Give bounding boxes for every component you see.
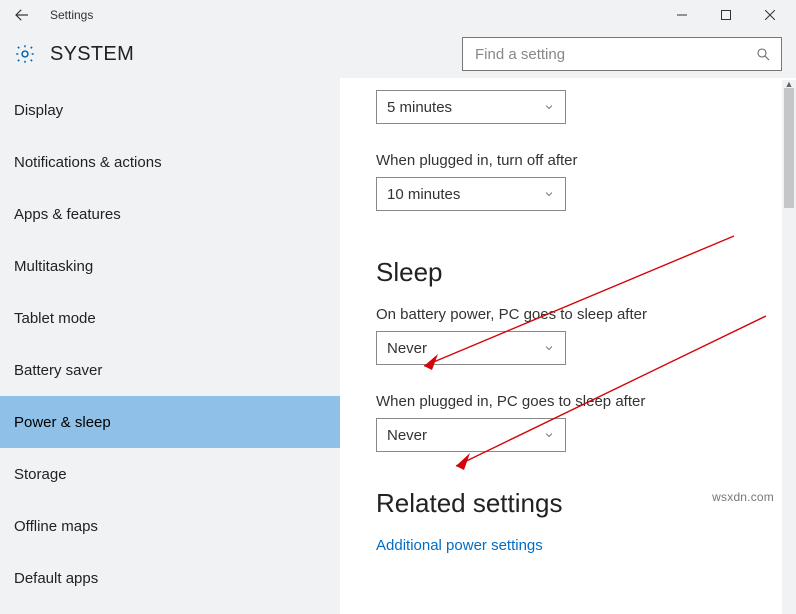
sidebar-item-label: Multitasking: [14, 258, 93, 275]
header: SYSTEM: [0, 30, 796, 78]
sidebar-item-label: Battery saver: [14, 362, 102, 379]
sidebar-item-power-sleep[interactable]: Power & sleep: [0, 396, 340, 448]
chevron-down-icon: [543, 101, 555, 113]
page-title: SYSTEM: [50, 43, 134, 66]
scrollbar[interactable]: ▲: [782, 80, 796, 614]
window-controls: [660, 1, 792, 29]
sidebar-item-label: Offline maps: [14, 518, 98, 535]
settings-window: Settings SYSTEM: [0, 0, 796, 614]
dropdown-value: Never: [387, 340, 427, 357]
content-pane: 5 minutes When plugged in, turn off afte…: [340, 78, 796, 614]
titlebar-left: Settings: [10, 3, 93, 27]
sleep-plugged-label: When plugged in, PC goes to sleep after: [376, 393, 796, 410]
sidebar-item-label: Display: [14, 102, 63, 119]
sleep-battery-dropdown[interactable]: Never: [376, 331, 566, 365]
sidebar-item-display[interactable]: Display: [0, 84, 340, 136]
settings-gear-icon: [14, 43, 36, 65]
screen-off-plugged-dropdown[interactable]: 10 minutes: [376, 177, 566, 211]
sleep-heading: Sleep: [376, 257, 796, 288]
back-button[interactable]: [10, 3, 34, 27]
sidebar-item-offline-maps[interactable]: Offline maps: [0, 500, 340, 552]
screen-off-battery-dropdown[interactable]: 5 minutes: [376, 90, 566, 124]
chevron-down-icon: [543, 188, 555, 200]
chevron-down-icon: [543, 342, 555, 354]
titlebar: Settings: [0, 0, 796, 30]
chevron-down-icon: [543, 429, 555, 441]
sidebar-item-label: Tablet mode: [14, 310, 96, 327]
sidebar-item-label: Power & sleep: [14, 414, 111, 431]
dropdown-value: Never: [387, 427, 427, 444]
scrollbar-thumb[interactable]: [784, 88, 794, 208]
sidebar-item-label: Notifications & actions: [14, 154, 162, 171]
sidebar-item-multitasking[interactable]: Multitasking: [0, 240, 340, 292]
sidebar-item-tablet-mode[interactable]: Tablet mode: [0, 292, 340, 344]
sleep-plugged-dropdown[interactable]: Never: [376, 418, 566, 452]
close-button[interactable]: [748, 1, 792, 29]
sidebar-item-default-apps[interactable]: Default apps: [0, 552, 340, 604]
sidebar-item-storage[interactable]: Storage: [0, 448, 340, 500]
body: Display Notifications & actions Apps & f…: [0, 78, 796, 614]
dropdown-value: 5 minutes: [387, 99, 452, 116]
search-icon: [755, 46, 771, 62]
maximize-button[interactable]: [704, 1, 748, 29]
minimize-button[interactable]: [660, 1, 704, 29]
dropdown-value: 10 minutes: [387, 186, 460, 203]
sidebar-item-apps-features[interactable]: Apps & features: [0, 188, 340, 240]
additional-power-settings-link[interactable]: Additional power settings: [376, 537, 543, 554]
sleep-battery-label: On battery power, PC goes to sleep after: [376, 306, 796, 323]
sidebar-item-notifications[interactable]: Notifications & actions: [0, 136, 340, 188]
sidebar-item-label: Apps & features: [14, 206, 121, 223]
window-title: Settings: [50, 8, 93, 22]
sidebar-item-label: Storage: [14, 466, 67, 483]
sidebar-item-label: Default apps: [14, 570, 98, 587]
search-box[interactable]: [462, 37, 782, 71]
screen-off-plugged-label: When plugged in, turn off after: [376, 152, 796, 169]
watermark: wsxdn.com: [712, 490, 774, 504]
sidebar-item-battery-saver[interactable]: Battery saver: [0, 344, 340, 396]
search-input[interactable]: [473, 45, 755, 64]
sidebar: Display Notifications & actions Apps & f…: [0, 78, 340, 614]
